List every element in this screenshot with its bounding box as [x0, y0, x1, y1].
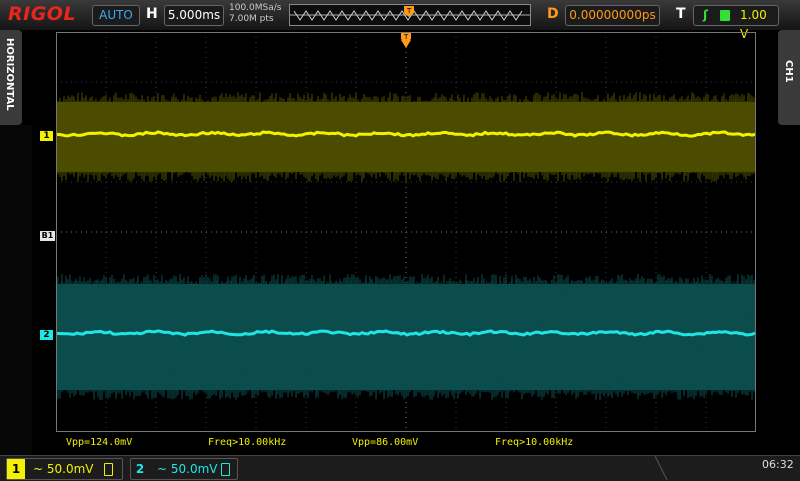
trigger-label: T [676, 6, 686, 22]
horizontal-label: H [146, 6, 158, 22]
ch2-bandwidth-icon [221, 463, 230, 476]
ch2-offset-marker[interactable]: 2 [40, 330, 53, 340]
ch2-coupling: ~ [157, 462, 168, 476]
memory-trigger-label: T [406, 7, 412, 15]
ch1-vpp-readout: Vpp=124.0mV [66, 437, 133, 448]
memory-depth: 7.00M pts [229, 14, 274, 24]
left-strip [0, 125, 32, 455]
brand-logo: RIGOL [8, 3, 77, 25]
ch1-scale-button[interactable]: 1 ~ 50.0mV [6, 458, 123, 480]
trigger-button[interactable]: ʃ 1.00 V [693, 5, 779, 41]
ch1-coupling: ~ [33, 462, 44, 476]
delay-label: D [547, 6, 559, 22]
trigger-source-icon [720, 10, 730, 21]
bottom-channel-bar: 1 ~ 50.0mV 2 ~ 50.0mV [0, 455, 800, 481]
ch1-scale-value: 50.0mV [46, 462, 94, 476]
acquisition-mode-button[interactable]: AUTO [92, 5, 140, 26]
clock: 06:32 [762, 458, 794, 471]
memory-overview-window[interactable]: T [289, 4, 531, 26]
memory-overview-waveform: T [290, 6, 530, 21]
ch2-scale-button[interactable]: 2 ~ 50.0mV [130, 458, 238, 480]
ch1-offset-marker[interactable]: 1 [40, 131, 53, 141]
rising-edge-icon: ʃ [703, 8, 708, 22]
graticule-frame [56, 32, 756, 432]
ch1-scale: ~ 50.0mV [33, 459, 94, 479]
ch1-number: 1 [7, 459, 25, 479]
bar-divider-icon [655, 456, 668, 480]
timebase-button[interactable]: 5.000ms [164, 5, 224, 26]
ref-marker[interactable]: B1 [40, 231, 55, 241]
sample-info: 100.0MSa/s 7.00M pts [229, 3, 281, 25]
ch1-bandwidth-icon [104, 463, 113, 476]
ch1-menu-tab[interactable]: CH1 [778, 30, 800, 125]
ch2-scale-value: 50.0mV [170, 462, 218, 476]
top-status-bar: RIGOL AUTO H 5.000ms 100.0MSa/s 7.00M pt… [0, 0, 800, 41]
ch2-scale: ~ 50.0mV [157, 459, 218, 479]
horizontal-menu-tab[interactable]: HORIZONTAL [0, 30, 22, 125]
ch1-freq-readout: Freq>10.00kHz [208, 437, 287, 448]
ch1-tab-label: CH1 [783, 60, 794, 83]
horizontal-tab-label: HORIZONTAL [4, 38, 15, 111]
ch2-freq-readout: Freq>10.00kHz [495, 437, 574, 448]
ch2-vpp-readout: Vpp=86.00mV [352, 437, 419, 448]
sample-rate: 100.0MSa/s [229, 3, 282, 13]
ch2-number: 2 [135, 462, 145, 476]
delay-button[interactable]: 0.00000000ps [565, 5, 660, 26]
